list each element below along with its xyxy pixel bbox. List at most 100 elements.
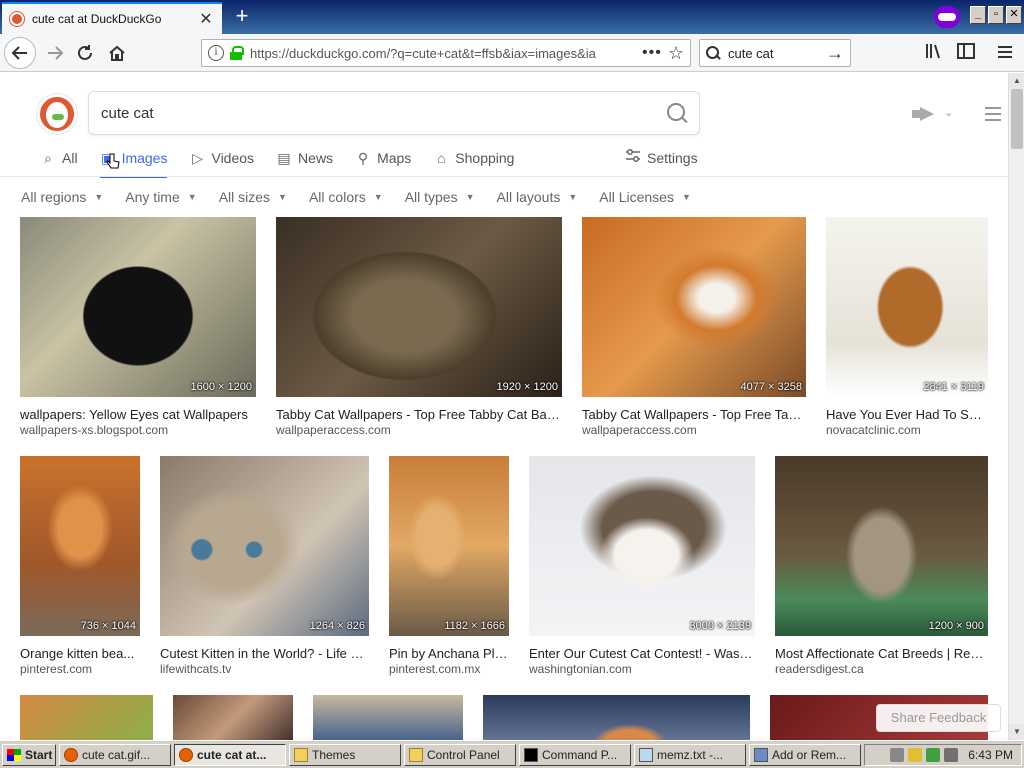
chevron-down-icon[interactable]: ⌄ [944, 106, 953, 119]
image-source[interactable]: wallpapers-xs.blogspot.com [20, 423, 256, 437]
lock-icon[interactable] [230, 46, 244, 60]
image-source[interactable]: wallpaperaccess.com [582, 423, 806, 437]
reload-button[interactable] [70, 39, 100, 67]
page-scrollbar[interactable]: ▲ ▼ [1008, 73, 1024, 740]
network-icon[interactable] [926, 748, 941, 762]
image-source[interactable]: readersdigest.ca [775, 662, 988, 676]
volume-icon[interactable] [944, 748, 959, 762]
result-thumbnail[interactable] [20, 456, 140, 636]
page-actions-icon[interactable]: ••• [642, 44, 662, 62]
image-caption[interactable]: Enter Our Cutest Cat Contest! - Washi... [529, 646, 755, 661]
tab-videos[interactable]: ▷ Videos [189, 147, 254, 169]
filter-region[interactable]: All regions ▼ [21, 189, 103, 205]
filter-layout[interactable]: All layouts ▼ [497, 189, 578, 205]
taskbar-item[interactable]: Command P... [519, 743, 631, 766]
image-caption[interactable]: Tabby Cat Wallpapers - Top Free Tab... [582, 407, 806, 422]
browser-search-bar[interactable]: cute cat → [699, 39, 851, 67]
browser-search-input[interactable]: cute cat [728, 46, 826, 61]
taskbar-item-active[interactable]: cute cat at... [174, 743, 286, 766]
minimize-button[interactable]: _ [970, 6, 986, 24]
image-caption[interactable]: wallpapers: Yellow Eyes cat Wallpapers [20, 407, 256, 422]
filter-license[interactable]: All Licenses ▼ [599, 189, 691, 205]
scrollbar-thumb[interactable] [1011, 89, 1023, 149]
forward-button[interactable] [40, 39, 70, 67]
tab-shopping[interactable]: ⌂ Shopping [433, 147, 514, 169]
tab-all[interactable]: ⌕ All [40, 147, 77, 169]
result-thumbnail[interactable] [20, 695, 153, 740]
scroll-up-icon[interactable]: ▲ [1009, 73, 1024, 89]
clock[interactable]: 6:43 PM [968, 748, 1013, 762]
info-icon[interactable]: i [208, 45, 224, 61]
taskbar-item[interactable]: Themes [289, 743, 401, 766]
taskbar-item[interactable]: Add or Rem... [749, 743, 861, 766]
image-caption[interactable]: Most Affectionate Cat Breeds | Rea... [775, 646, 988, 661]
library-icon[interactable] [923, 43, 945, 64]
duckduckgo-logo[interactable] [37, 94, 77, 134]
image-caption[interactable]: Orange kitten bea... [20, 646, 140, 661]
result-thumbnail[interactable] [775, 456, 988, 636]
taskbar-item[interactable]: Control Panel [404, 743, 516, 766]
keyboard-icon[interactable] [890, 748, 905, 762]
filter-color[interactable]: All colors ▼ [309, 189, 383, 205]
result-thumbnail[interactable] [276, 217, 562, 397]
result-thumbnail[interactable] [529, 456, 755, 636]
result-thumbnail[interactable] [389, 456, 509, 636]
search-icon[interactable] [667, 103, 687, 123]
image-caption[interactable]: Cutest Kitten in the World? - Life Wi... [160, 646, 369, 661]
url-bar[interactable]: i https://duckduckgo.com/?q=cute+cat&t=f… [201, 39, 691, 67]
hamburger-menu-icon[interactable] [985, 107, 1001, 121]
filter-time[interactable]: Any time ▼ [125, 189, 196, 205]
close-window-button[interactable]: ✕ [1006, 6, 1022, 24]
image-source[interactable]: novacatclinic.com [826, 423, 988, 437]
taskbar-item[interactable]: cute cat.gif... [59, 743, 171, 766]
filter-type[interactable]: All types ▼ [405, 189, 475, 205]
firefox-icon [64, 747, 78, 762]
filter-bar: All regions ▼ Any time ▼ All sizes ▼ All co… [21, 189, 713, 205]
image-caption[interactable]: Tabby Cat Wallpapers - Top Free Tabby Ca… [276, 407, 562, 422]
search-input[interactable]: cute cat [101, 105, 667, 122]
result-thumbnail[interactable] [582, 217, 806, 397]
home-button[interactable] [102, 39, 132, 67]
image-source[interactable]: lifewithcats.tv [160, 662, 369, 676]
back-button[interactable] [4, 37, 36, 69]
tab-maps[interactable]: ⚲ Maps [355, 147, 411, 169]
result-thumbnail[interactable] [313, 695, 463, 740]
megaphone-icon[interactable] [912, 107, 938, 121]
image-source[interactable]: washingtonian.com [529, 662, 755, 676]
result-thumbnail[interactable] [160, 456, 369, 636]
sliders-icon [625, 149, 641, 166]
taskbar-item[interactable]: memz.txt -... [634, 743, 746, 766]
settings-button[interactable]: Settings [625, 149, 698, 166]
result-thumbnail[interactable] [826, 217, 988, 397]
image-dimensions: 1200 × 900 [928, 620, 984, 632]
shield-icon[interactable] [908, 748, 923, 762]
image-source[interactable]: wallpaperaccess.com [276, 423, 562, 437]
scroll-down-icon[interactable]: ▼ [1009, 724, 1024, 740]
result-thumbnail[interactable] [20, 217, 256, 397]
browser-tab[interactable]: cute cat at DuckDuckGo ✕ [2, 2, 222, 34]
tab-news[interactable]: ▤ News [276, 147, 333, 169]
start-button[interactable]: Start [2, 743, 56, 766]
share-feedback-button[interactable]: Share Feedback [876, 704, 1001, 732]
result-thumbnail[interactable] [483, 695, 750, 740]
bookmark-star-icon[interactable]: ☆ [668, 43, 684, 64]
menu-icon[interactable] [994, 43, 1016, 64]
caret-down-icon: ▼ [94, 192, 104, 202]
image-caption[interactable]: Have You Ever Had To Say... [826, 407, 988, 422]
maximize-button[interactable]: ▫ [988, 6, 1004, 24]
image-dimensions: 2841 × 3119 [923, 381, 984, 393]
url-text[interactable]: https://duckduckgo.com/?q=cute+cat&t=ffs… [250, 46, 636, 61]
result-thumbnail[interactable] [173, 695, 293, 740]
image-source[interactable]: pinterest.com [20, 662, 140, 676]
close-tab-icon[interactable]: ✕ [198, 9, 214, 29]
search-go-arrow-icon[interactable]: → [826, 43, 844, 64]
sidebar-toggle-icon[interactable] [955, 43, 977, 64]
image-caption[interactable]: Pin by Anchana Plo... [389, 646, 509, 661]
search-box[interactable]: cute cat [88, 91, 700, 135]
image-source[interactable]: pinterest.com.mx [389, 662, 509, 676]
filter-size[interactable]: All sizes ▼ [219, 189, 287, 205]
private-browsing-mask-icon [934, 6, 960, 28]
filter-label: All Licenses [599, 189, 674, 205]
new-tab-button[interactable]: + [230, 4, 254, 28]
task-label: cute cat at... [197, 747, 267, 762]
